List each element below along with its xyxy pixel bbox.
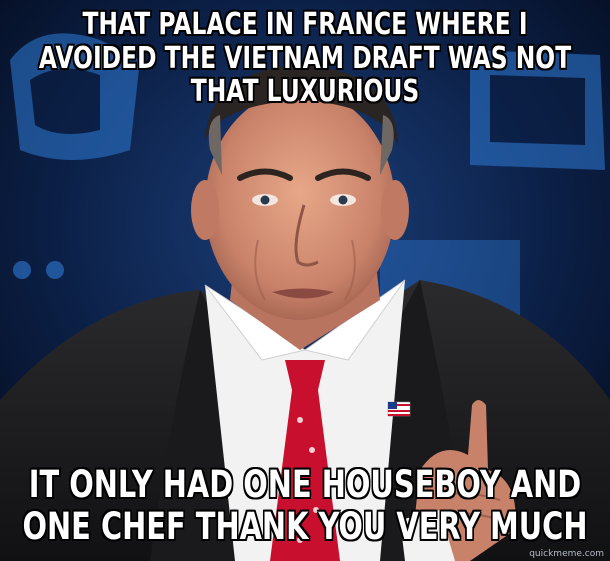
meme-top-caption: THAT PALACE IN FRANCE WHERE I AVOIDED TH… <box>38 7 572 110</box>
watermark-label: quickmeme.com <box>529 549 604 559</box>
meme-bottom-caption: IT ONLY HAD ONE HOUSEBOY AND ONE CHEF TH… <box>22 463 588 548</box>
meme-image: THAT PALACE IN FRANCE WHERE I AVOIDED TH… <box>0 0 610 561</box>
